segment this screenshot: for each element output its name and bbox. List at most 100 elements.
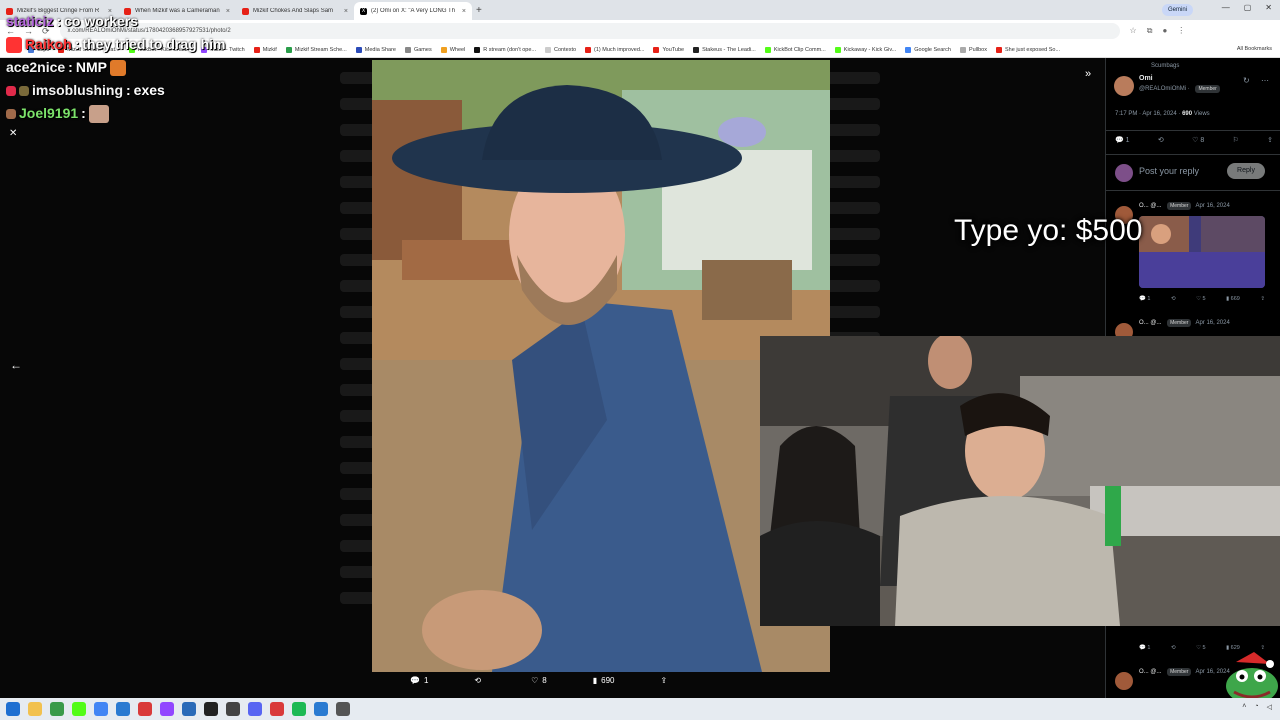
webcam-overlay	[760, 336, 1280, 626]
file-explorer-icon[interactable]	[28, 702, 42, 716]
app-icon[interactable]	[160, 702, 174, 716]
chrome-icon[interactable]	[94, 702, 108, 716]
views-action[interactable]: ▮ 690	[593, 676, 615, 685]
author-name[interactable]: Omi	[1139, 75, 1153, 82]
bookmark-item[interactable]: Games	[404, 46, 432, 53]
reply-stats: 💬 1 ⟲ ♡ 5 ▮ 669 ⇪	[1139, 296, 1265, 302]
repost-icon: ⟲	[474, 676, 482, 685]
gemini-button[interactable]: Gemini	[1162, 4, 1194, 16]
app-icon[interactable]	[116, 702, 130, 716]
refresh-icon[interactable]: ↻	[1243, 76, 1250, 85]
bookmark-item[interactable]: She just exposed So...	[996, 46, 1060, 53]
share-icon[interactable]: ⇪	[1260, 296, 1265, 302]
views-icon[interactable]: ▮ 629	[1226, 645, 1240, 651]
reply-action[interactable]: 💬 1	[410, 676, 428, 685]
app-icon[interactable]	[138, 702, 152, 716]
share-icon[interactable]: ⇪	[1267, 136, 1273, 144]
bookmark-item[interactable]: KickBot Clip Comm...	[764, 46, 826, 53]
window-controls: — ▢ ✕	[1222, 3, 1272, 12]
emote-icon	[88, 104, 109, 123]
bookmark-item[interactable]: Pullbox	[959, 46, 987, 53]
share-action[interactable]: ⇪	[661, 676, 672, 685]
bookmark-icon[interactable]: ⚐	[1233, 136, 1239, 144]
heart-icon[interactable]: ♡ 8	[1192, 136, 1204, 144]
bookmark-item[interactable]: YouTube	[653, 46, 684, 53]
bookmark-item[interactable]: Google Search	[905, 46, 951, 53]
browser-tab-active[interactable]: X (2) Omi on X: "A Very LONG Th ×	[354, 2, 472, 20]
reply-button[interactable]: Reply	[1227, 163, 1265, 179]
reply-media[interactable]	[1139, 216, 1265, 288]
address-icons: ☆ ⧉ ● ⋮	[1130, 26, 1186, 36]
views-icon[interactable]: ▮ 669	[1226, 296, 1240, 302]
badge-icon	[19, 85, 29, 96]
share-icon[interactable]: ⇪	[1260, 645, 1265, 651]
app-icon[interactable]	[314, 702, 328, 716]
tab-title: Mizkif Chokes And Slaps Sam	[253, 8, 334, 14]
more-icon[interactable]: ⋯	[1261, 76, 1269, 85]
new-tab-button[interactable]: +	[476, 5, 482, 16]
reply-icon: 💬	[410, 676, 420, 685]
bookmark-item[interactable]: Stakeus - The Leadi...	[693, 46, 756, 53]
menu-icon[interactable]: ⋮	[1177, 26, 1185, 36]
x-icon: X	[360, 7, 367, 15]
repost-action[interactable]: ⟲	[474, 676, 485, 685]
expand-icon[interactable]: »	[1085, 68, 1091, 80]
network-icon[interactable]: ◔	[1254, 703, 1258, 711]
discord-icon[interactable]	[248, 702, 262, 716]
app-icon[interactable]	[204, 702, 218, 716]
bookmark-item[interactable]: R stream (don't ope...	[474, 46, 536, 53]
badge-icon	[6, 85, 16, 96]
extensions-icon[interactable]: ⧉	[1147, 26, 1153, 36]
maximize-icon[interactable]: ▢	[1244, 3, 1252, 12]
previous-photo-icon[interactable]: ←	[10, 358, 22, 372]
bookmark-item[interactable]: Contexto	[545, 46, 576, 53]
chat-message: Joel9191:	[6, 102, 225, 125]
browser-tab[interactable]: Mizkif Chokes And Slaps Sam ×	[236, 2, 354, 20]
reply-icon[interactable]: 💬 1	[1139, 645, 1150, 651]
start-icon[interactable]	[6, 702, 20, 716]
community-label[interactable]: Scumbags	[1151, 63, 1179, 69]
app-icon[interactable]	[226, 702, 240, 716]
repost-icon[interactable]: ⟲	[1158, 136, 1164, 144]
close-window-icon[interactable]: ✕	[1265, 3, 1272, 12]
avatar[interactable]	[1115, 672, 1133, 690]
bookmark-item[interactable]: Kickaway - Kick Giv...	[834, 46, 896, 53]
bookmark-item[interactable]: Wheel	[440, 46, 465, 53]
chevron-up-icon[interactable]: ˄	[1242, 703, 1246, 711]
reply-icon[interactable]: 💬 1	[1139, 296, 1150, 302]
profile-icon[interactable]: ●	[1162, 26, 1167, 36]
app-icon[interactable]	[50, 702, 64, 716]
chat-message: ace2nice: NMP	[6, 56, 225, 79]
app-icon[interactable]	[182, 702, 196, 716]
bookmark-item[interactable]: Mizkif	[253, 46, 277, 53]
bookmark-item[interactable]: Media Share	[355, 46, 396, 53]
all-bookmarks[interactable]: All Bookmarks	[1237, 46, 1272, 52]
minimize-icon[interactable]: —	[1222, 3, 1230, 12]
reply-icon[interactable]: 💬 1	[1115, 136, 1130, 144]
close-icon[interactable]: ×	[344, 8, 348, 15]
heart-icon: ♡	[531, 676, 539, 685]
youtube-icon	[242, 7, 249, 15]
bookmark-item[interactable]: (1) Much improved...	[585, 46, 644, 53]
bookmark-item[interactable]: Mizkif Stream Sche...	[285, 46, 347, 53]
repost-icon[interactable]: ⟲	[1171, 296, 1176, 302]
close-viewer-icon[interactable]: ✕	[9, 128, 17, 139]
volume-icon[interactable]: ◁	[1267, 703, 1272, 711]
chat-message: staticiz: co workers	[6, 13, 139, 29]
heart-icon[interactable]: ♡ 5	[1196, 645, 1206, 651]
close-icon[interactable]: ×	[462, 8, 466, 15]
repost-icon[interactable]: ⟲	[1171, 645, 1176, 651]
like-action[interactable]: ♡ 8	[531, 676, 547, 685]
app-icon[interactable]	[72, 702, 86, 716]
app-icon[interactable]	[336, 702, 350, 716]
photo-action-bar: 💬 1 ⟲ ♡ 8 ▮ 690 ⇪	[410, 676, 710, 685]
reply-input[interactable]: Post your reply	[1139, 166, 1199, 176]
star-icon[interactable]: ☆	[1130, 26, 1137, 36]
system-tray: ˄ ◔ ◁	[1242, 703, 1272, 711]
avatar[interactable]	[1114, 76, 1134, 96]
heart-icon[interactable]: ♡ 5	[1196, 296, 1206, 302]
spotify-icon[interactable]	[292, 702, 306, 716]
app-icon[interactable]	[270, 702, 284, 716]
reply-header: O... @... Member Apr 16, 2024	[1139, 202, 1230, 210]
close-icon[interactable]: ×	[226, 8, 230, 15]
